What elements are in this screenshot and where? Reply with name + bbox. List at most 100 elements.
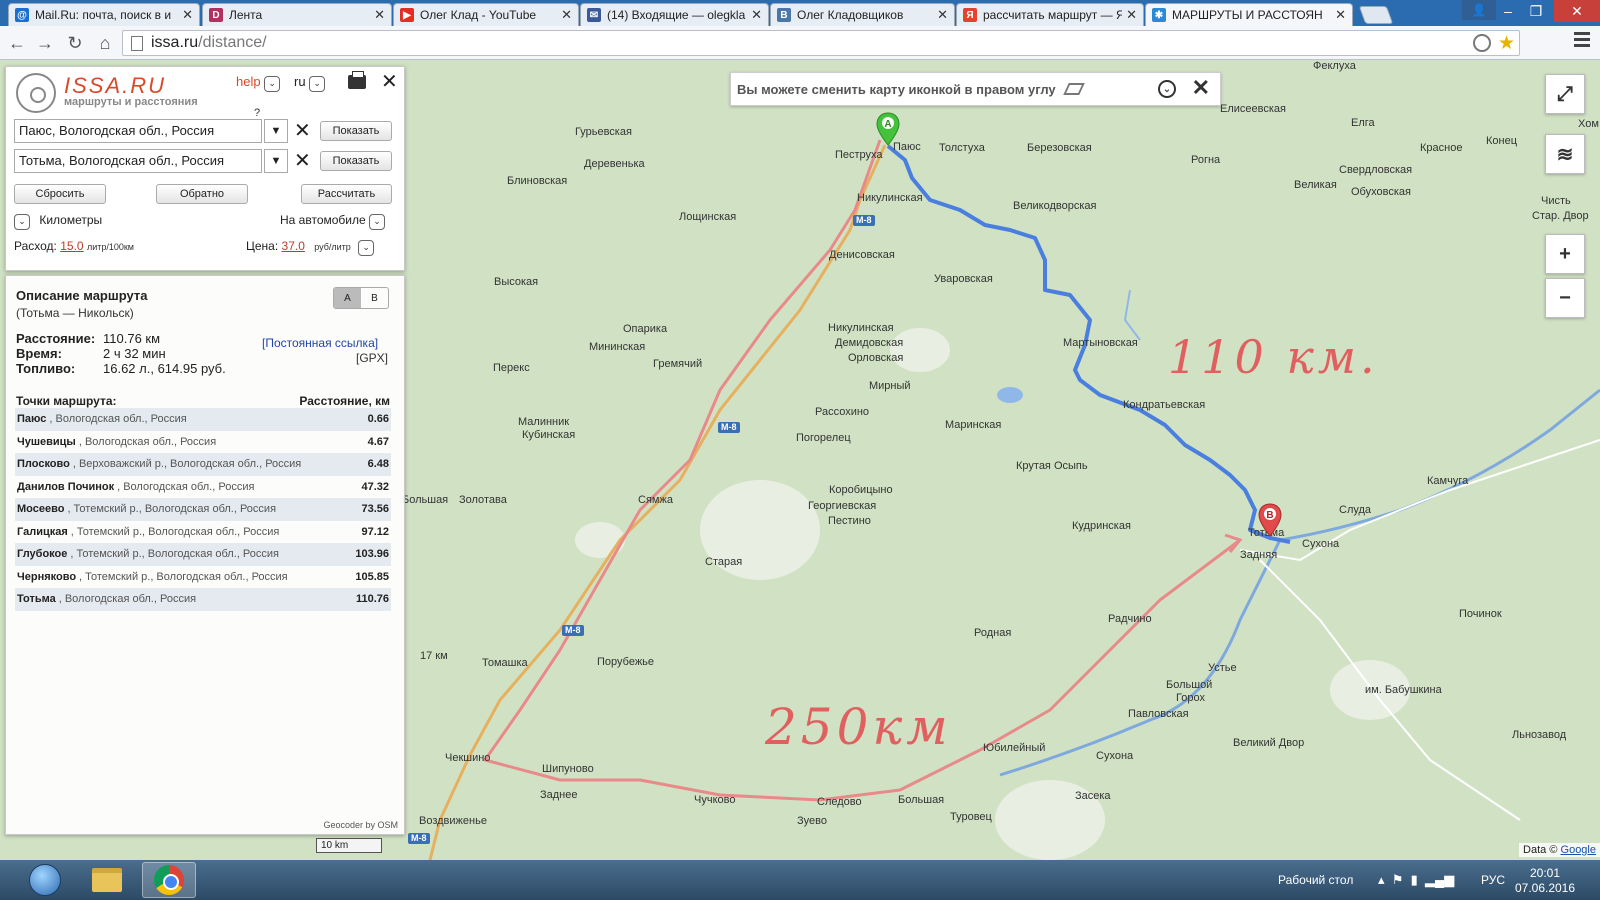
units-select[interactable]: ⌄ Километры xyxy=(14,213,102,230)
flag-icon[interactable]: ⚑ xyxy=(1392,872,1404,888)
browser-tab[interactable]: ✱ МАРШРУТЫ И РАССТОЯН ✕ xyxy=(1145,3,1353,26)
browser-tab[interactable]: ✉ (14) Входящие — olegkla ✕ xyxy=(580,3,769,26)
tray-icons[interactable]: ▴ ⚑ ▮ ▂▄▆ xyxy=(1378,860,1454,900)
tab-close-icon[interactable]: ✕ xyxy=(1335,7,1346,23)
show-to-button[interactable]: Показать xyxy=(320,151,392,171)
waypoint-name: Мосеево xyxy=(17,503,65,516)
marker-a[interactable]: A xyxy=(876,112,900,146)
place-label: Маринская xyxy=(945,419,1002,431)
waypoint-row[interactable]: Тотьма, Вологодская обл., Россия 110.76 xyxy=(15,588,391,611)
waypoint-row[interactable]: Глубокое, Тотемский р., Вологодская обл.… xyxy=(15,543,391,566)
mode-select[interactable]: На автомобиле ⌄ xyxy=(280,213,386,230)
place-label: Зуево xyxy=(797,815,827,827)
chevron-down-icon[interactable]: ⌄ xyxy=(264,75,281,92)
price-value[interactable]: 37.0 xyxy=(282,239,305,253)
tab-close-icon[interactable]: ✕ xyxy=(1126,7,1137,23)
layers-mini-icon xyxy=(1062,83,1085,95)
tab-close-icon[interactable]: ✕ xyxy=(561,7,572,23)
marker-b[interactable]: B xyxy=(1258,503,1282,537)
waypoint-row[interactable]: Мосеево, Тотемский р., Вологодская обл.,… xyxy=(15,498,391,521)
google-link[interactable]: Google xyxy=(1561,844,1596,856)
tab-close-icon[interactable]: ✕ xyxy=(182,7,193,23)
place-label: Чекшино xyxy=(445,752,491,764)
consumption-value[interactable]: 15.0 xyxy=(60,239,83,253)
waypoint-row[interactable]: Черняково, Тотемский р., Вологодская обл… xyxy=(15,566,391,589)
print-icon[interactable] xyxy=(348,71,366,89)
language-select[interactable]: ru ⌄ xyxy=(294,74,326,92)
browser-tab[interactable]: Ярассчитать маршрут — Я ✕ xyxy=(956,3,1144,26)
help-question[interactable]: ? xyxy=(254,107,260,119)
fullscreen-icon[interactable]: ⤢ xyxy=(1545,74,1585,114)
sukhona-river xyxy=(999,388,1600,777)
browser-tab[interactable]: ▶ Олег Клад - YouTube ✕ xyxy=(393,3,579,26)
chrome-taskbar-button[interactable] xyxy=(142,862,196,898)
address-bar[interactable]: issa.ru/distance/ ★ xyxy=(122,30,1520,56)
extension-icon[interactable] xyxy=(1473,34,1491,52)
permalink[interactable]: [Постоянная ссылка] xyxy=(262,336,378,350)
waypoint-row[interactable]: Чушевицы, Вологодская обл., Россия 4.67 xyxy=(15,431,391,454)
waypoint-row[interactable]: Паюс, Вологодская обл., Россия 0.66 xyxy=(15,408,391,431)
reset-button[interactable]: Сбросить xyxy=(14,184,106,204)
waypoint-row[interactable]: Данилов Починок, Вологодская обл., Росси… xyxy=(15,476,391,499)
panel-close-icon[interactable]: ✕ xyxy=(381,72,398,92)
ab-toggle[interactable]: A B xyxy=(333,287,389,309)
menu-icon[interactable] xyxy=(1574,32,1590,50)
annotation-110km: 110 км. xyxy=(1168,330,1379,384)
new-tab-button[interactable] xyxy=(1358,6,1394,24)
waypoint-row[interactable]: Плосково, Верховажский р., Вологодская о… xyxy=(15,453,391,476)
layers-icon[interactable]: ≋ xyxy=(1545,134,1585,174)
place-label: Деревенька xyxy=(584,158,645,170)
desktop-toolbar[interactable]: Рабочий стол xyxy=(1278,860,1353,900)
zoom-in-button[interactable]: + xyxy=(1545,234,1585,274)
language-label: ru xyxy=(294,74,306,89)
notice-chevron-icon[interactable]: ⌄ xyxy=(1158,80,1176,98)
to-clear-icon[interactable]: ✕ xyxy=(294,151,311,171)
network-icon[interactable]: ▂▄▆ xyxy=(1425,872,1454,888)
from-dropdown-icon[interactable]: ▼ xyxy=(264,119,288,143)
map[interactable]: Феклуха Елисеевская Гурьевская Елга Хом Пестр… xyxy=(0,60,1600,860)
chevron-down-icon[interactable]: ⌄ xyxy=(14,213,30,230)
notice-close-icon[interactable]: ✕ xyxy=(1192,76,1210,100)
tab-close-icon[interactable]: ✕ xyxy=(751,7,762,23)
from-input[interactable]: Паюс, Вологодская обл., Россия xyxy=(14,119,262,143)
browser-tab[interactable]: В Олег Кладовщиков ✕ xyxy=(770,3,955,26)
bookmark-star-icon[interactable]: ★ xyxy=(1498,32,1515,55)
start-button[interactable] xyxy=(18,862,72,898)
tab-close-icon[interactable]: ✕ xyxy=(374,7,385,23)
gpx-link[interactable]: [GPX] xyxy=(356,351,388,365)
toggle-a[interactable]: A xyxy=(334,288,361,308)
place-label: Радчино xyxy=(1108,613,1152,625)
browser-tab[interactable]: D Лента ✕ xyxy=(202,3,392,26)
chevron-down-icon[interactable]: ⌄ xyxy=(369,213,386,230)
language-indicator[interactable]: РУС xyxy=(1481,860,1505,900)
explorer-taskbar-button[interactable] xyxy=(80,862,134,898)
place-label: Юбилейный xyxy=(983,742,1046,754)
chevron-down-icon[interactable]: ⌄ xyxy=(358,239,375,256)
from-clear-icon[interactable]: ✕ xyxy=(294,121,311,141)
browser-tab[interactable]: @ Mail.Ru: почта, поиск в и ✕ xyxy=(8,3,200,26)
place-label: им. Бабушкина xyxy=(1365,684,1442,696)
help-link[interactable]: help ⌄ xyxy=(236,74,281,92)
battery-icon[interactable]: ▮ xyxy=(1411,872,1418,888)
back-icon[interactable]: ← xyxy=(4,30,30,56)
window-close-button[interactable]: ✕ xyxy=(1554,0,1600,22)
inbox-icon: ✉ xyxy=(587,8,601,22)
to-dropdown-icon[interactable]: ▼ xyxy=(264,149,288,173)
chevron-down-icon[interactable]: ⌄ xyxy=(309,75,326,92)
calculate-button[interactable]: Рассчитать xyxy=(301,184,392,204)
reverse-button[interactable]: Обратно xyxy=(156,184,248,204)
tab-close-icon[interactable]: ✕ xyxy=(937,7,948,23)
clock[interactable]: 20:01 07.06.2016 xyxy=(1510,866,1580,896)
toggle-b[interactable]: B xyxy=(361,288,388,308)
forward-icon[interactable]: → xyxy=(32,30,58,56)
tray-arrow-icon[interactable]: ▴ xyxy=(1378,872,1385,888)
zoom-out-button[interactable]: − xyxy=(1545,278,1585,318)
restore-button[interactable]: ❐ xyxy=(1514,0,1558,22)
to-input[interactable]: Тотьма, Вологодская обл., Россия xyxy=(14,149,262,173)
waypoint-row[interactable]: Галицкая, Тотемский р., Вологодская обл.… xyxy=(15,521,391,544)
home-icon[interactable]: ⌂ xyxy=(92,30,118,56)
place-label: Шипуново xyxy=(542,763,594,775)
show-from-button[interactable]: Показать xyxy=(320,121,392,141)
language-label: РУС xyxy=(1481,873,1506,887)
reload-icon[interactable]: ↻ xyxy=(62,30,88,56)
